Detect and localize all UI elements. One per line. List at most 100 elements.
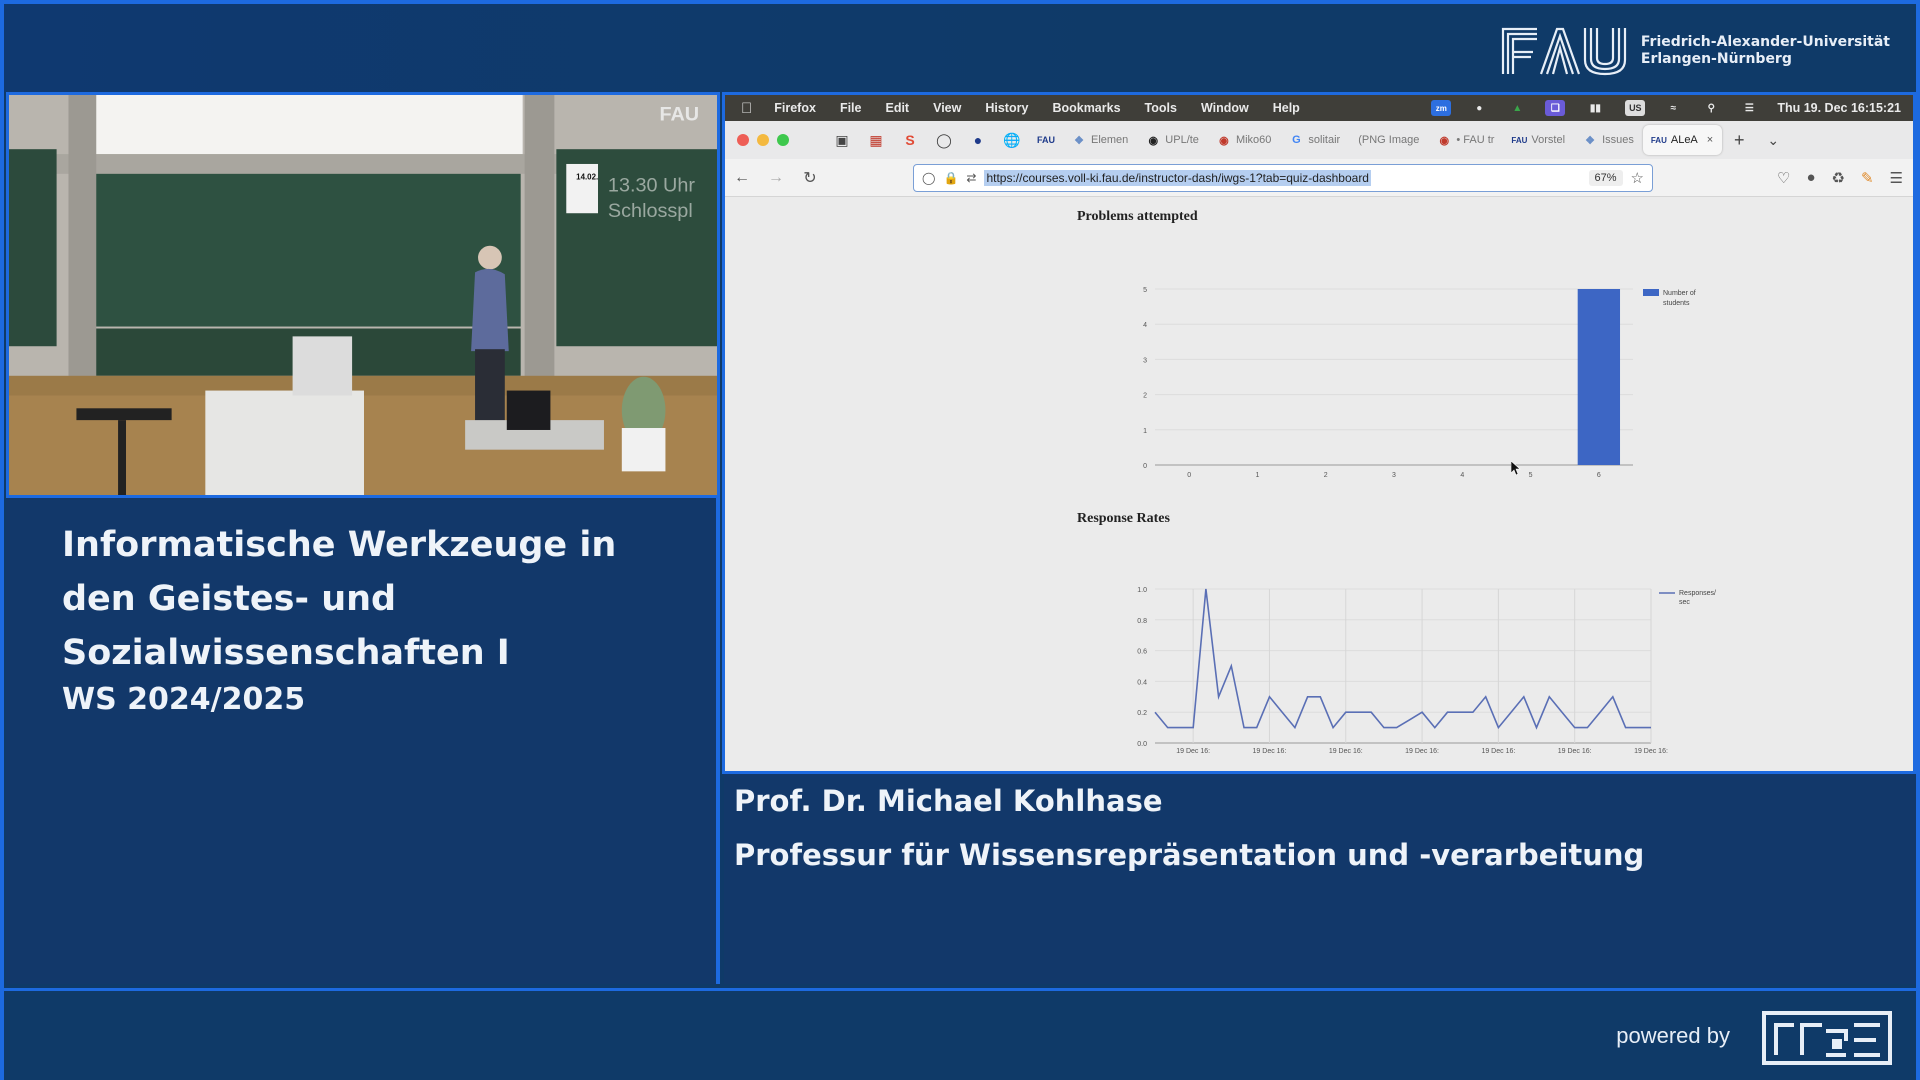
notification-icon[interactable]: ▲ <box>1507 100 1527 116</box>
tab-alea-active[interactable]: FAU ALeA × <box>1642 125 1723 155</box>
legend-label: Number of <box>1663 290 1696 297</box>
lecture-video[interactable]: 14.02. 13.30 Uhr Schlosspl FAU <box>6 92 720 498</box>
x-tick-label: 6 <box>1597 472 1601 477</box>
menu-history[interactable]: History <box>985 101 1028 115</box>
poster-date: 14.02. <box>576 173 598 182</box>
response-rates-chart: 0.00.20.40.60.81.019 Dec 16:08:0019 Dec … <box>1137 587 1716 755</box>
menu-window[interactable]: Window <box>1201 101 1249 115</box>
course-info-panel: Informatische Werkzeuge in den Geistes- … <box>6 498 720 984</box>
close-tab-icon[interactable]: × <box>1707 134 1713 146</box>
legend-label: sec <box>1679 599 1690 606</box>
maximize-window-button[interactable] <box>777 134 789 146</box>
pinned-app-s-icon[interactable]: S <box>893 132 927 148</box>
zoom-icon[interactable]: zm <box>1431 100 1452 116</box>
menu-edit[interactable]: Edit <box>885 101 909 115</box>
url-bar[interactable]: ◯ 🔒 ⇄ https://courses.voll-ki.fau.de/ins… <box>913 163 1653 192</box>
menu-firefox[interactable]: Firefox <box>774 101 816 115</box>
menu-view[interactable]: View <box>933 101 961 115</box>
tab-label: UPL/te <box>1165 134 1199 146</box>
pocket-icon[interactable]: ♡ <box>1777 169 1790 187</box>
legend-swatch <box>1643 289 1659 296</box>
forward-button[interactable]: → <box>759 169 793 187</box>
x-tick-label: 19 Dec 16: <box>1253 748 1287 755</box>
menu-file[interactable]: File <box>840 101 862 115</box>
mac-menu-bar:  Firefox File Edit View History Bookmar… <box>725 95 1913 121</box>
url-text[interactable]: https://courses.voll-ki.fau.de/instructo… <box>984 169 1371 186</box>
x-tick-label: 19 Dec 16: <box>1176 748 1210 755</box>
menu-tools[interactable]: Tools <box>1145 101 1177 115</box>
chalk-note-time: 13.30 Uhr <box>608 175 695 197</box>
globe-icon[interactable]: 🌐 <box>995 132 1029 149</box>
menu-icon[interactable]: ☰ <box>1890 169 1903 187</box>
tab-miko[interactable]: ◉ Miko60 <box>1208 125 1280 155</box>
tab-png-image[interactable]: (PNG Image <box>1349 125 1428 155</box>
fau-branding: Friedrich-Alexander-Universität Erlangen… <box>1501 26 1890 76</box>
pinned-app-camera-icon[interactable]: ◯ <box>927 132 961 149</box>
reload-button[interactable]: ↻ <box>793 168 827 188</box>
x-tick-label: 19 Dec 16: <box>1634 748 1668 755</box>
minimize-window-button[interactable] <box>757 134 769 146</box>
battery-icon[interactable]: ▮▮ <box>1583 100 1607 116</box>
tab-fau-tr[interactable]: ◉ • FAU tr <box>1428 125 1503 155</box>
x-tick-label: 4 <box>1460 472 1464 477</box>
pinned-app-h-icon[interactable]: ● <box>961 132 995 148</box>
powered-by-label: powered by <box>1616 1023 1730 1048</box>
y-tick-label: 0.6 <box>1137 649 1147 656</box>
menu-help[interactable]: Help <box>1273 101 1300 115</box>
wifi-icon[interactable]: ≈ <box>1663 100 1683 116</box>
tab-groups-icon[interactable]: ▣ <box>825 132 859 149</box>
tracking-shield-icon[interactable]: ◯ <box>922 171 935 185</box>
lecturer-panel: Prof. Dr. Michael Kohlhase Professur für… <box>724 774 1916 984</box>
fau-icon: FAU <box>1650 135 1667 145</box>
y-tick-label: 0.8 <box>1137 618 1147 625</box>
legend-label: students <box>1663 300 1690 307</box>
tab-vorstel[interactable]: FAU Vorstel <box>1503 125 1574 155</box>
university-name-line1: Friedrich-Alexander-Universität <box>1640 34 1890 50</box>
fau-tv-logo-icon <box>1762 1011 1892 1065</box>
menubar-clock[interactable]: Thu 19. Dec 16:15:21 <box>1777 101 1901 115</box>
pinned-app-1-icon[interactable]: ▦ <box>859 132 893 149</box>
semester-label: WS 2024/2025 <box>62 682 306 717</box>
tab-google-solitaire[interactable]: Gsolitair <box>1280 125 1349 155</box>
fau-icon[interactable]: FAU <box>1029 135 1063 145</box>
addon-icon[interactable]: ✎ <box>1861 169 1874 187</box>
x-tick-label: 19 Dec 16: <box>1481 748 1515 755</box>
back-button[interactable]: ← <box>725 169 759 187</box>
lecture-hall-image: 14.02. 13.30 Uhr Schlosspl FAU <box>9 95 717 495</box>
permissions-icon[interactable]: ⇄ <box>966 171 976 185</box>
y-tick-label: 0.4 <box>1137 679 1147 686</box>
y-tick-label: 2 <box>1143 393 1147 400</box>
tab-github[interactable]: ◉ UPL/te <box>1137 125 1208 155</box>
tab-element[interactable]: ❖ Elemen <box>1063 125 1137 155</box>
extensions-icon[interactable]: ♻ <box>1832 169 1845 187</box>
mouse-cursor-icon <box>1511 461 1521 475</box>
screen-share:  Firefox File Edit View History Bookmar… <box>722 92 1916 774</box>
lock-icon[interactable]: 🔒 <box>943 171 958 185</box>
account-icon[interactable]: ● <box>1806 169 1815 187</box>
list-all-tabs-button[interactable]: ⌄ <box>1756 132 1790 149</box>
extension-icon[interactable]: ● <box>1469 100 1489 116</box>
y-tick-label: 0 <box>1143 463 1147 470</box>
apple-icon[interactable]:  <box>741 100 752 117</box>
screen-mirror-icon[interactable]: ❏ <box>1545 100 1566 116</box>
x-tick-label: 1 <box>1255 472 1259 477</box>
bar <box>1577 289 1621 465</box>
video-watermark: FAU <box>659 104 699 126</box>
control-center-icon[interactable]: ☰ <box>1739 100 1759 116</box>
chalk-note-place: Schlosspl <box>608 200 693 222</box>
tab-issues[interactable]: ❖ Issues <box>1574 125 1643 155</box>
close-window-button[interactable] <box>737 134 749 146</box>
tab-label: solitair <box>1308 134 1341 146</box>
course-title-line3: Sozialwissenschaften I <box>62 633 510 673</box>
new-tab-button[interactable]: + <box>1722 130 1756 151</box>
x-tick-label: 19 Dec 16: <box>1329 748 1363 755</box>
x-tick-label: 2 <box>1324 472 1328 477</box>
menu-bookmarks[interactable]: Bookmarks <box>1052 101 1120 115</box>
keyboard-layout-icon[interactable]: US <box>1625 100 1646 116</box>
bookmark-star-icon[interactable]: ☆ <box>1631 169 1644 187</box>
browser-tab-strip: ▣ ▦ S ◯ ● 🌐 FAU ❖ Elemen ◉ UPL/te ◉ Miko60 … <box>725 121 1913 159</box>
search-icon[interactable]: ⚲ <box>1701 100 1721 116</box>
zoom-level-button[interactable]: 67% <box>1588 169 1623 186</box>
fau-logo-icon <box>1501 27 1626 76</box>
y-tick-label: 1 <box>1143 428 1147 435</box>
